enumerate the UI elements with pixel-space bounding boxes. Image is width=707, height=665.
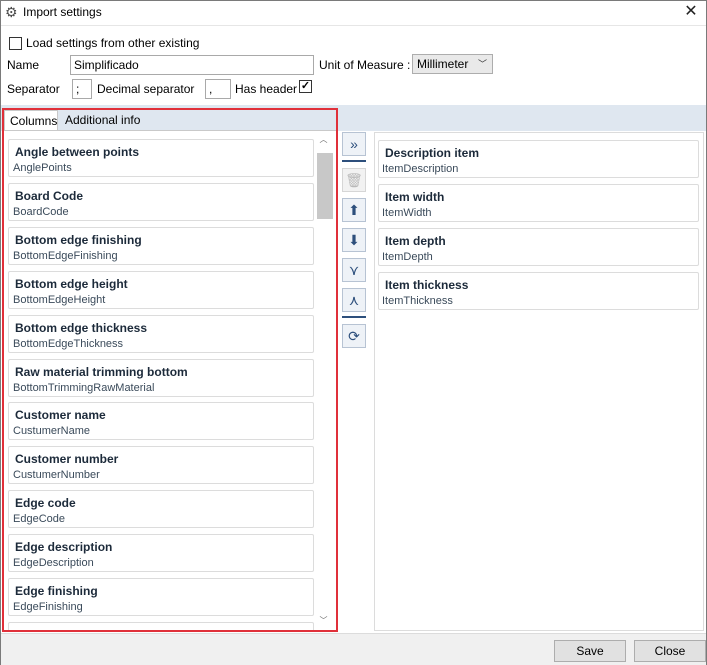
title-bar: ⚙ Import settings ✕ <box>1 1 706 25</box>
uom-value: Millimeter <box>417 57 469 71</box>
uom-dropdown[interactable]: Millimeter ﹀ <box>412 54 493 74</box>
settings-form: Load settings from other existing Name S… <box>1 25 706 106</box>
uom-label: Unit of Measure : <box>319 58 411 72</box>
save-button[interactable]: Save <box>554 640 626 662</box>
toolbar-separator <box>342 160 366 162</box>
load-settings-label: Load settings from other existing <box>26 36 200 50</box>
item-field: ItemWidth <box>382 207 432 219</box>
selected-columns-panel: Description item ItemDescription Item wi… <box>374 132 704 631</box>
refresh-button[interactable]: ⟳ <box>342 324 366 348</box>
has-header-checkbox[interactable]: ✓ <box>299 80 312 93</box>
name-label: Name <box>7 58 40 72</box>
item-field: ItemDescription <box>382 163 459 175</box>
highlight-frame <box>2 108 338 632</box>
add-all-button[interactable]: » <box>342 132 366 156</box>
close-icon[interactable]: ✕ <box>682 3 700 21</box>
has-header-label: Has header <box>235 82 298 96</box>
move-down-button[interactable]: ⬇ <box>342 228 366 252</box>
list-item[interactable]: Item depth ItemDepth <box>378 228 699 266</box>
name-input[interactable]: Simplificado <box>70 55 314 75</box>
window-title: Import settings <box>23 5 102 19</box>
footer: Save Close <box>1 633 706 665</box>
separator-input[interactable]: ; <box>72 79 92 99</box>
separator-label: Separator <box>7 82 60 96</box>
merge-button[interactable]: ⋎ <box>342 258 366 282</box>
item-title: Item thickness <box>385 278 469 292</box>
column-toolbar: » 🗑 ⬆ ⬇ ⋎ ⋏ ⟳ <box>342 132 368 362</box>
item-title: Description item <box>385 146 480 160</box>
list-item[interactable]: Item width ItemWidth <box>378 184 699 222</box>
delete-button[interactable]: 🗑 <box>342 168 366 192</box>
close-button[interactable]: Close <box>634 640 706 662</box>
list-item[interactable]: Description item ItemDescription <box>378 140 699 178</box>
decimal-separator-input[interactable]: , <box>205 79 231 99</box>
import-settings-window: ⚙ Import settings ✕ Load settings from o… <box>0 0 707 665</box>
item-title: Item depth <box>385 234 446 248</box>
list-item[interactable]: Item thickness ItemThickness <box>378 272 699 310</box>
split-button[interactable]: ⋏ <box>342 288 366 312</box>
item-title: Item width <box>385 190 445 204</box>
chevron-down-icon: ﹀ <box>477 59 487 69</box>
item-field: ItemDepth <box>382 251 433 263</box>
move-up-button[interactable]: ⬆ <box>342 198 366 222</box>
load-settings-checkbox[interactable] <box>9 37 22 50</box>
toolbar-separator <box>342 316 366 318</box>
item-field: ItemThickness <box>382 295 453 307</box>
gear-icon: ⚙ <box>5 4 18 20</box>
decimal-separator-label: Decimal separator <box>97 82 195 96</box>
